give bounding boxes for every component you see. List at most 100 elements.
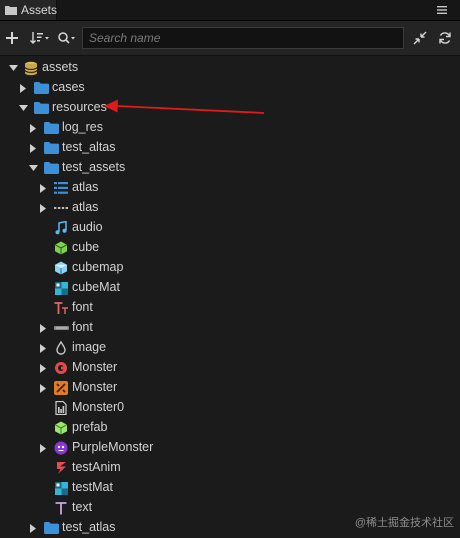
tree-row[interactable]: font [0,318,460,338]
auto-atlas-icon [53,180,69,196]
music-note-icon [53,220,69,236]
tree-row[interactable]: PurpleMonster [0,438,460,458]
tree-row[interactable]: atlas [0,178,460,198]
tree-item-label: test_altas [62,140,116,154]
tab-title: Assets [21,3,58,17]
tree-row[interactable]: Monster [0,378,460,398]
tree-item-label: test_assets [62,160,126,174]
tree-row[interactable]: cubeMat [0,278,460,298]
tree-item-label: atlas [72,180,99,194]
watermark: @稀土掘金技术社区 [354,517,454,529]
tree-item-label: cubeMat [72,280,120,294]
tree-row[interactable]: testAnim [0,458,460,478]
caret-right-icon[interactable] [28,523,38,533]
folder-icon [5,3,17,18]
collapse-all-button[interactable] [411,27,429,49]
folder-icon [33,80,49,96]
tree-item-label: assets [42,60,79,74]
tree-row[interactable]: cube [0,238,460,258]
caret-down-icon[interactable] [18,103,28,113]
panel-tab-bar: Assets [0,0,460,21]
tree-row[interactable]: resources [0,98,460,118]
caret-right-icon[interactable] [28,143,38,153]
sort-icon [30,32,49,44]
caret-right-icon[interactable] [38,383,48,393]
tree-row[interactable]: assets [0,58,460,78]
folder-icon [33,100,49,116]
bitmap-font-icon [53,320,69,336]
collapse-arrows-icon [413,31,427,45]
material-icon [53,280,69,296]
caret-down-icon[interactable] [28,163,38,173]
tree-row[interactable]: testMat [0,478,460,498]
tree-item-label: prefab [72,420,108,434]
search-icon [58,32,75,44]
image-drop-icon [53,340,69,356]
dragonbones-icon [53,380,69,396]
animation-clip-icon [53,460,69,476]
label-atlas-icon [53,200,69,216]
caret-right-icon[interactable] [38,203,48,213]
tree-row[interactable]: test_assets [0,158,460,178]
tree-item-label: testMat [72,480,113,494]
tree-item-label: atlas [72,200,99,214]
tree-item-label: cube [72,240,100,254]
tree-row[interactable]: audio [0,218,460,238]
assets-tab[interactable]: Assets [0,0,57,20]
caret-right-icon[interactable] [38,363,48,373]
plus-icon [6,32,18,44]
text-asset-icon [53,500,69,516]
search-input[interactable] [82,27,404,49]
hamburger-menu-icon[interactable] [434,1,450,19]
spine-icon [53,360,69,376]
tree-item-label: text [72,500,93,514]
refresh-icon [439,32,451,44]
caret-right-icon[interactable] [18,83,28,93]
search-type-button[interactable] [56,27,78,49]
tree-item-label: resources [52,100,107,114]
tree-row[interactable]: test_altas [0,138,460,158]
ttf-font-icon [53,300,69,316]
tree-item-label: testAnim [72,460,121,474]
tree-row[interactable]: cases [0,78,460,98]
tree-item-label: cases [52,80,85,94]
tree-row[interactable]: log_res [0,118,460,138]
tree-row[interactable]: cubemap [0,258,460,278]
tree-item-label: font [72,320,93,334]
caret-down-icon[interactable] [8,63,18,73]
skeleton-data-icon [53,400,69,416]
tree-item-label: Monster0 [72,400,125,414]
tree-row[interactable]: prefab [0,418,460,438]
folder-icon [43,160,59,176]
sort-button[interactable] [29,27,51,49]
cubemap-icon [53,260,69,276]
tree-row[interactable]: atlas [0,198,460,218]
tree-item-label: log_res [62,120,103,134]
tree-item-label: font [72,300,93,314]
prefab-icon [53,420,69,436]
purple-monster-icon [53,440,69,456]
folder-icon [43,140,59,156]
caret-right-icon[interactable] [28,123,38,133]
material-icon [53,480,69,496]
caret-right-icon[interactable] [38,443,48,453]
assets-toolbar [0,21,460,56]
folder-icon [43,120,59,136]
database-icon [23,60,39,76]
tree-item-label: Monster [72,360,118,374]
tree-item-label: PurpleMonster [72,440,154,454]
cube-mesh-icon [53,240,69,256]
tree-item-label: Monster [72,380,118,394]
caret-right-icon[interactable] [38,343,48,353]
asset-tree: assets cases resources log_res test_altastes… [0,58,460,534]
tree-row[interactable]: font [0,298,460,318]
tree-item-label: cubemap [72,260,124,274]
refresh-button[interactable] [436,27,454,49]
tree-row[interactable]: Monster [0,358,460,378]
tree-row[interactable]: image [0,338,460,358]
tree-row[interactable]: Monster0 [0,398,460,418]
tree-item-label: audio [72,220,103,234]
caret-right-icon[interactable] [38,323,48,333]
add-button[interactable] [4,27,20,49]
caret-right-icon[interactable] [38,183,48,193]
